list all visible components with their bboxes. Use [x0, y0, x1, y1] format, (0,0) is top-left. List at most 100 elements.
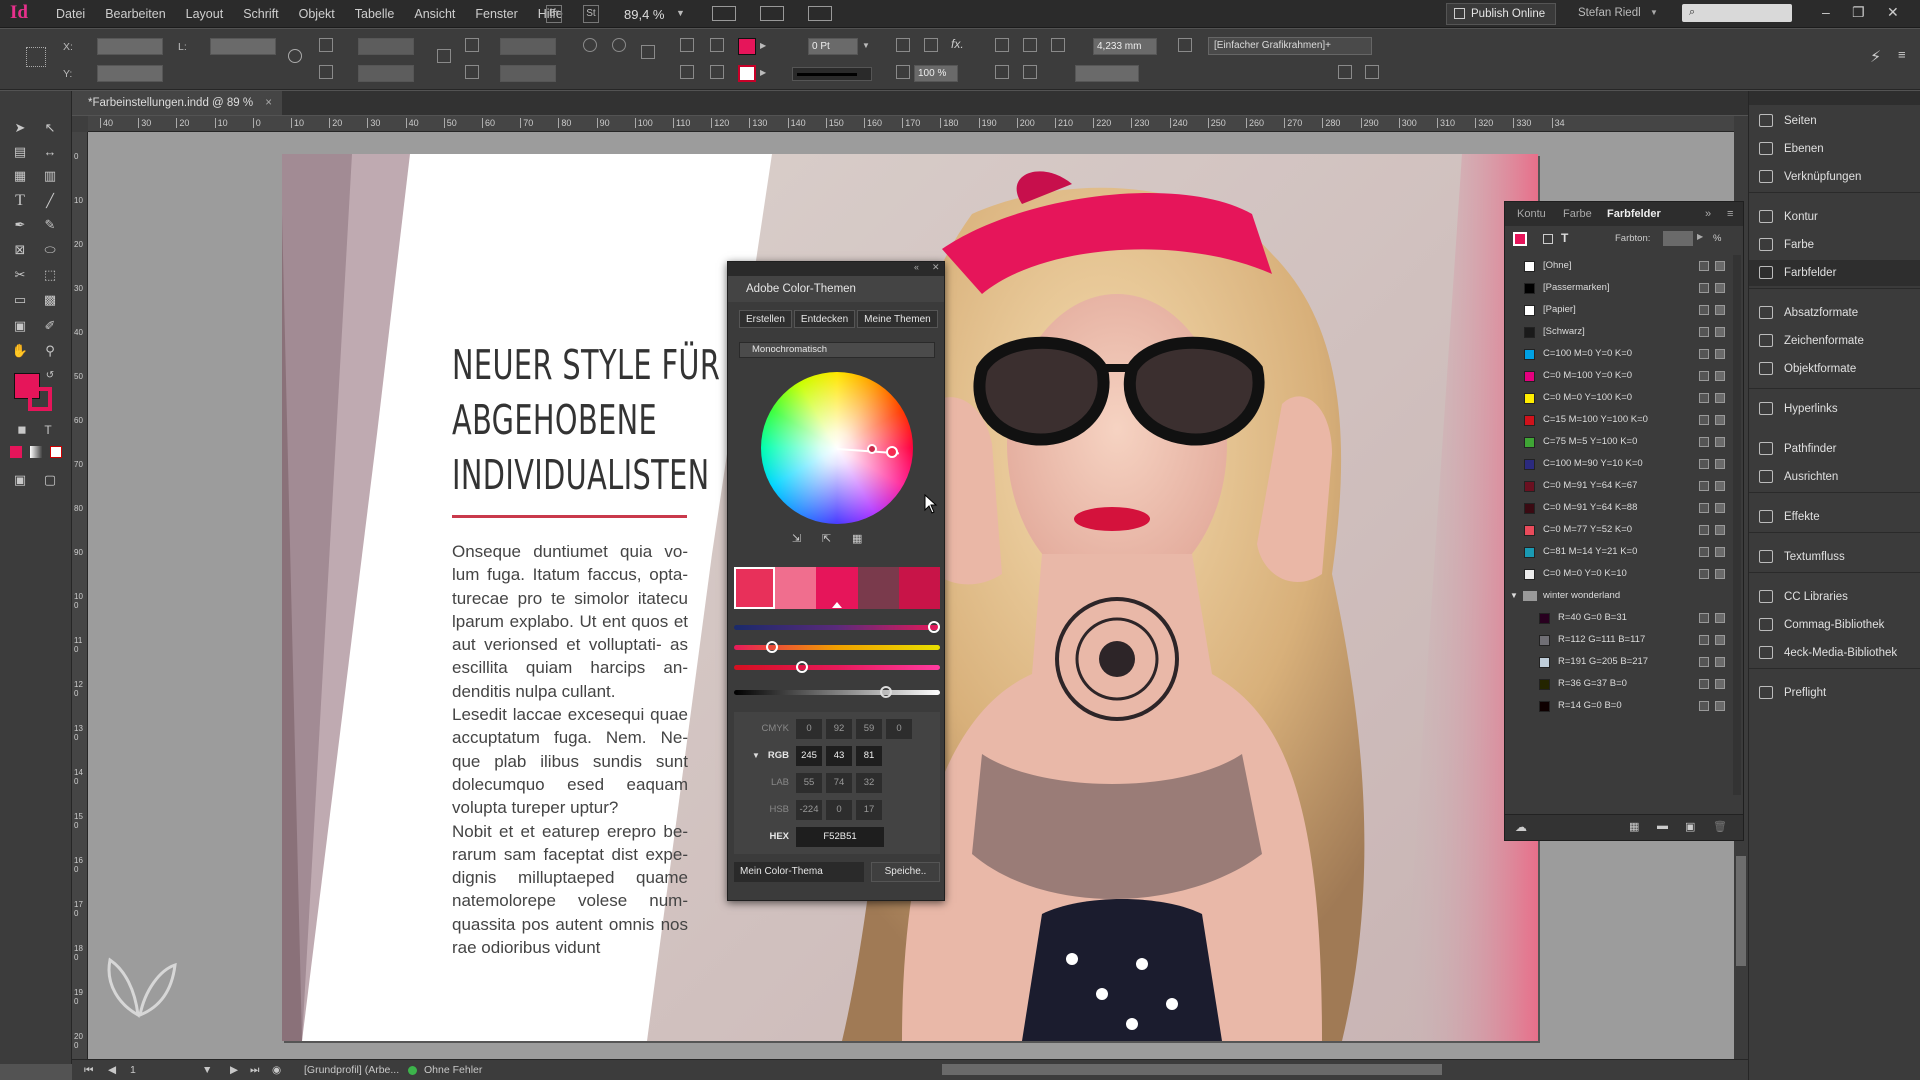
constrain-proportions-icon[interactable]	[288, 49, 302, 63]
hex-field[interactable]: F52B51	[796, 827, 884, 847]
user-chevron-down-icon[interactable]: ▼	[1650, 8, 1658, 17]
group-expand-icon[interactable]: ▼	[1510, 585, 1518, 607]
theme-swatch-2[interactable]	[775, 567, 817, 609]
menu-item-0[interactable]: Datei	[46, 0, 95, 28]
panel-menu-icon[interactable]: ≡	[1727, 202, 1733, 226]
scale-y-icon[interactable]	[319, 65, 333, 79]
user-name[interactable]: Stefan Riedl	[1578, 7, 1641, 19]
bridge-button[interactable]: Br	[546, 5, 562, 23]
swatch-row[interactable]: C=0 M=91 Y=64 K=67	[1505, 475, 1731, 497]
theme-swatch-1[interactable]	[734, 567, 776, 609]
hand-tool-icon[interactable]: ✋	[10, 342, 30, 360]
screen-mode-normal-icon[interactable]: ▣	[10, 471, 30, 489]
auto-fit-icon[interactable]	[995, 65, 1009, 79]
corner-field[interactable]	[1075, 65, 1139, 82]
rotate-cw-icon[interactable]	[583, 38, 597, 52]
tint-field[interactable]	[1663, 231, 1693, 246]
swatch-row[interactable]: C=0 M=0 Y=100 K=0	[1505, 387, 1731, 409]
brightness-slider[interactable]	[734, 686, 940, 698]
dock-item-preflight[interactable]: Preflight	[1749, 680, 1920, 706]
zoom-dropdown-icon[interactable]: ▼	[676, 8, 685, 18]
control-menu-icon[interactable]: ≡	[1898, 47, 1906, 62]
close-window-icon[interactable]: ✕	[1887, 4, 1899, 21]
dock-item-pathfinder[interactable]: Pathfinder	[1749, 436, 1920, 462]
opacity-icon[interactable]	[896, 65, 910, 79]
body-text-frame[interactable]: Onseque duntiumet quia vo- lum fuga. Ita…	[452, 540, 688, 959]
swatch-row[interactable]: C=15 M=100 Y=100 K=0	[1505, 409, 1731, 431]
headline[interactable]: NEUER STYLE FÜR ABGEHOBENE INDIVIDUALIST…	[452, 338, 720, 503]
text-path-icon[interactable]	[641, 45, 655, 59]
arrange-documents-icon[interactable]	[808, 6, 832, 21]
view-options-icon[interactable]	[712, 6, 736, 21]
preflight-status[interactable]: Ohne Fehler	[424, 1064, 482, 1076]
dock-item-commag-bibliothek[interactable]: Commag-Bibliothek	[1749, 612, 1920, 638]
dock-item-textumfluss[interactable]: Textumfluss	[1749, 544, 1920, 570]
swatch-row[interactable]: C=81 M=14 Y=21 K=0	[1505, 541, 1731, 563]
theme-swatch-5[interactable]	[898, 567, 941, 609]
search-input[interactable]	[1682, 4, 1792, 22]
cmyk-y[interactable]: 59	[856, 719, 882, 739]
direct-selection-tool-icon[interactable]: ↖	[40, 119, 60, 137]
fill-stroke-toggle-icon[interactable]	[1513, 232, 1527, 246]
dock-item-farbfelder[interactable]: Farbfelder	[1749, 260, 1920, 286]
screen-mode-icon[interactable]	[760, 6, 784, 21]
select-container-icon[interactable]	[710, 38, 724, 52]
stroke-weight-dropdown-icon[interactable]: ▼	[862, 41, 870, 50]
link-scale-icon[interactable]	[437, 49, 451, 63]
first-page-icon[interactable]: ⏮	[84, 1064, 93, 1077]
object-style-select[interactable]: [Einfacher Grafikrahmen]+	[1208, 37, 1372, 55]
menu-item-6[interactable]: Ansicht	[404, 0, 465, 28]
stock-button[interactable]: St	[583, 5, 599, 23]
fit-frame-icon[interactable]	[1023, 38, 1037, 52]
lightning-icon[interactable]: ⚡	[1870, 47, 1881, 67]
hsb-s[interactable]: 0	[826, 800, 852, 820]
slider-2[interactable]	[734, 641, 940, 653]
text-wrap-icon[interactable]	[1023, 65, 1037, 79]
slider-3-knob[interactable]	[796, 661, 808, 673]
content-collector-icon[interactable]: ▦	[10, 167, 30, 185]
vertical-ruler[interactable]: 0 10 20 30 40 50 60 70 80 90 100 110 120 130 140 150 160…	[72, 132, 88, 1059]
page-tool-icon[interactable]: ▤	[10, 143, 30, 161]
apply-gradient-icon[interactable]	[30, 446, 42, 458]
cmyk-m[interactable]: 92	[826, 719, 852, 739]
gradient-tool-icon[interactable]: ▭	[10, 291, 30, 309]
stroke-color-swatch[interactable]	[738, 65, 756, 82]
hsb-b[interactable]: 17	[856, 800, 882, 820]
ruler-origin[interactable]	[72, 116, 88, 132]
panel-collapse-icon[interactable]: »	[1705, 202, 1711, 226]
cmyk-c[interactable]: 0	[796, 719, 822, 739]
horizontal-ruler[interactable]: 40 30 20 10 0 10 20 30 40 50 60 70 80 90 100 110 120 130 1…	[88, 116, 1734, 132]
opacity-field[interactable]: 100 %	[914, 65, 958, 82]
swatch-row[interactable]: C=0 M=0 Y=0 K=10	[1505, 563, 1731, 585]
rotate-angle-icon[interactable]	[465, 38, 479, 52]
scale-x-icon[interactable]	[319, 38, 333, 52]
flip-vertical-icon[interactable]	[680, 65, 694, 79]
swatch-row[interactable]: C=100 M=90 Y=10 K=0	[1505, 453, 1731, 475]
tab-farbfelder[interactable]: Farbfelder	[1607, 202, 1661, 226]
shear-field[interactable]	[500, 65, 556, 82]
slider-1-knob[interactable]	[928, 621, 940, 633]
page-number[interactable]: 1	[130, 1064, 136, 1076]
slider-1[interactable]	[734, 621, 940, 633]
save-theme-button[interactable]: Speiche..	[871, 862, 940, 882]
gradient-feather-tool-icon[interactable]: ▩	[40, 291, 60, 309]
tab-entdecken[interactable]: Entdecken	[793, 310, 856, 328]
publish-online-button[interactable]: Publish Online	[1446, 3, 1556, 25]
stroke-weight-field[interactable]: 0 Pt	[808, 38, 858, 55]
dock-item-ausrichten[interactable]: Ausrichten	[1749, 464, 1920, 490]
ellipse-tool-icon[interactable]: ⬭	[40, 241, 60, 259]
lab-b[interactable]: 32	[856, 773, 882, 793]
minimize-icon[interactable]: –	[1822, 4, 1830, 20]
lab-a[interactable]: 74	[826, 773, 852, 793]
swatch-row[interactable]: R=36 G=37 B=0	[1505, 673, 1731, 695]
document-status-icon[interactable]: ◉	[272, 1064, 281, 1076]
swatch-row[interactable]: C=75 M=5 Y=100 K=0	[1505, 431, 1731, 453]
note-tool-icon[interactable]: ▣	[10, 317, 30, 335]
scissors-tool-icon[interactable]: ✂	[10, 266, 30, 284]
panel-title[interactable]: Adobe Color-Themen	[728, 276, 944, 302]
zoom-tool-icon[interactable]: ⚲	[40, 342, 60, 360]
cmyk-k[interactable]: 0	[886, 719, 912, 739]
dock-item-verknüpfungen[interactable]: Verknüpfungen	[1749, 164, 1920, 190]
clear-overrides-icon[interactable]	[1365, 65, 1379, 79]
flip-horizontal-icon[interactable]	[680, 38, 694, 52]
